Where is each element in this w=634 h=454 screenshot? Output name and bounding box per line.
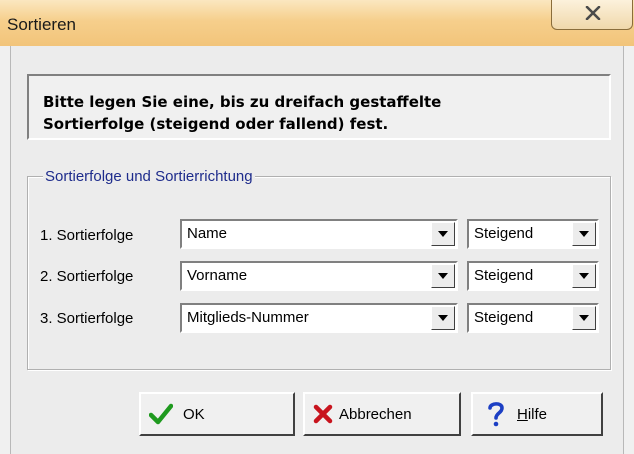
sort-direction-select-1[interactable]: Steigend: [467, 219, 599, 249]
sort-field-select-2[interactable]: Vorname: [180, 261, 458, 291]
sort-direction-value-3: Steigend: [474, 309, 534, 326]
chevron-down-icon: [438, 231, 448, 237]
instruction-line-2: Sortierfolge (steigend oder fallend) fes…: [43, 115, 389, 133]
sort-label-3: 3. Sortierfolge: [40, 310, 134, 327]
instruction-text: Bitte legen Sie eine, bis zu dreifach ge…: [43, 91, 603, 135]
sort-label-2: 2. Sortierfolge: [40, 268, 134, 285]
help-label: Hilfe: [517, 406, 547, 423]
close-icon: [585, 6, 601, 20]
dropdown-button-2[interactable]: [431, 264, 455, 288]
ok-label: OK: [183, 406, 205, 423]
question-mark-icon: [488, 402, 504, 427]
title-bar: Sortieren: [0, 0, 634, 46]
chevron-down-icon: [438, 315, 448, 321]
chevron-down-icon: [438, 273, 448, 279]
sort-field-value-1: Name: [187, 225, 228, 242]
dropdown-button-3[interactable]: [431, 306, 455, 330]
sort-direction-select-2[interactable]: Steigend: [467, 261, 599, 291]
ok-button[interactable]: OK: [139, 392, 295, 436]
sort-field-select-3[interactable]: Mitglieds-Nummer: [180, 303, 458, 333]
dialog-body: Bitte legen Sie eine, bis zu dreifach ge…: [10, 46, 624, 454]
close-button[interactable]: [551, 0, 633, 30]
red-x-icon: [313, 404, 333, 424]
instruction-line-1: Bitte legen Sie eine, bis zu dreifach ge…: [43, 93, 442, 111]
sort-field-value-2: Vorname: [187, 267, 248, 284]
checkmark-icon: [149, 403, 173, 425]
direction-dropdown-button-3[interactable]: [572, 306, 596, 330]
cancel-button[interactable]: Abbrechen: [303, 392, 461, 436]
sort-direction-select-3[interactable]: Steigend: [467, 303, 599, 333]
help-label-rest: ilfe: [527, 406, 548, 423]
chevron-down-icon: [579, 315, 589, 321]
sort-field-select-1[interactable]: Name: [180, 219, 458, 249]
groupbox-legend: Sortierfolge und Sortierrichtung: [43, 168, 255, 185]
sort-direction-value-2: Steigend: [474, 267, 534, 284]
help-button[interactable]: Hilfe: [471, 392, 603, 436]
sort-direction-value-1: Steigend: [474, 225, 534, 242]
sort-label-1: 1. Sortierfolge: [40, 227, 134, 244]
chevron-down-icon: [579, 231, 589, 237]
instruction-box: Bitte legen Sie eine, bis zu dreifach ge…: [27, 74, 611, 140]
direction-dropdown-button-2[interactable]: [572, 264, 596, 288]
help-mnemonic: H: [517, 406, 528, 423]
sort-field-value-3: Mitglieds-Nummer: [187, 309, 309, 326]
cancel-label: Abbrechen: [339, 406, 412, 423]
window-title: Sortieren: [7, 15, 76, 34]
chevron-down-icon: [579, 273, 589, 279]
dropdown-button-1[interactable]: [431, 222, 455, 246]
direction-dropdown-button-1[interactable]: [572, 222, 596, 246]
